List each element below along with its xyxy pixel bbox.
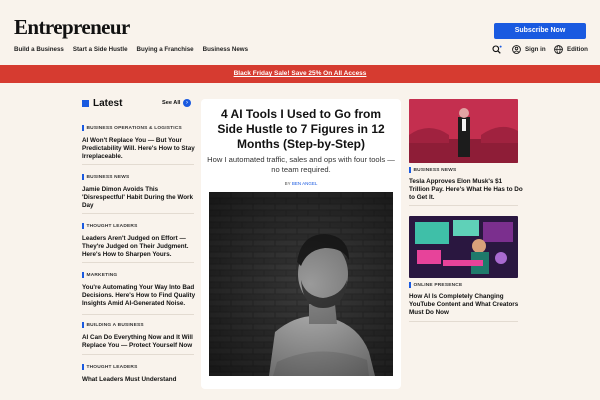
tesla-article-image[interactable]	[409, 99, 518, 163]
list-item[interactable]: BUSINESS OPERATIONS & LOGISTICS AI Won't…	[82, 125, 200, 161]
feature-hero-image[interactable]	[209, 192, 393, 376]
headline[interactable]: AI Won't Replace You — But Your Predicta…	[82, 137, 200, 161]
divider	[82, 213, 194, 214]
category-label[interactable]: BUSINESS NEWS	[409, 167, 524, 173]
category-label[interactable]: BUSINESS NEWS	[82, 174, 200, 180]
divider	[82, 314, 194, 315]
side-article-tesla[interactable]: BUSINESS NEWS Tesla Approves Elon Musk's…	[409, 167, 524, 202]
nav-build-a-business[interactable]: Build a Business	[14, 46, 64, 53]
divider	[409, 205, 518, 206]
list-item[interactable]: BUILDING A BUSINESS AI Can Do Everything…	[82, 322, 200, 350]
headline[interactable]: Jamie Dimon Avoids This 'Disrespectful' …	[82, 186, 200, 210]
main-nav: Build a Business Start a Side Hustle Buy…	[14, 46, 248, 53]
category-label[interactable]: THOUGHT LEADERS	[82, 223, 200, 229]
sign-in-button[interactable]: Sign in	[512, 45, 546, 54]
youtube-ai-article-image[interactable]	[409, 216, 518, 278]
site-header: Entrepreneur Subscribe Now Build a Busin…	[0, 0, 600, 65]
latest-title: Latest	[93, 98, 123, 109]
arrow-right-icon[interactable]: ›	[183, 99, 191, 107]
see-all-link[interactable]: See All	[162, 100, 180, 106]
list-item[interactable]: BUSINESS NEWS Jamie Dimon Avoids This 'D…	[82, 174, 200, 210]
sign-in-label: Sign in	[525, 46, 546, 53]
side-article-youtube[interactable]: ONLINE PRESENCE How AI Is Completely Cha…	[409, 282, 524, 317]
headline[interactable]: Tesla Approves Elon Musk's $1 Trillion P…	[409, 178, 524, 202]
list-item[interactable]: THOUGHT LEADERS Leaders Aren't Judged on…	[82, 223, 200, 259]
category-label[interactable]: BUILDING A BUSINESS	[82, 322, 200, 328]
latest-marker-icon	[82, 100, 89, 107]
edition-selector[interactable]: Edition	[554, 45, 588, 54]
promo-banner-link[interactable]: Black Friday Sale! Save 25% On All Acces…	[0, 70, 600, 77]
feature-title[interactable]: 4 AI Tools I Used to Go from Side Hustle…	[207, 107, 395, 152]
divider	[409, 321, 518, 322]
nav-buying-a-franchise[interactable]: Buying a Franchise	[137, 46, 194, 53]
headline[interactable]: How AI Is Completely Changing YouTube Co…	[409, 293, 524, 317]
latest-header: Latest See All ›	[82, 98, 191, 111]
promo-banner: Black Friday Sale! Save 25% On All Acces…	[0, 65, 600, 83]
headline[interactable]: AI Can Do Everything Now and It Will Rep…	[82, 334, 200, 350]
divider	[82, 354, 194, 355]
globe-icon	[554, 45, 563, 54]
edition-label: Edition	[567, 46, 588, 53]
headline[interactable]: What Leaders Must Understand	[82, 376, 200, 384]
list-item[interactable]: MARKETING You're Automating Your Way Int…	[82, 272, 200, 308]
entrepreneur-logo[interactable]: Entrepreneur	[14, 15, 130, 40]
category-label[interactable]: MARKETING	[82, 272, 200, 278]
divider	[82, 164, 194, 165]
byline: BY BEN ANGEL	[207, 181, 395, 186]
list-item[interactable]: THOUGHT LEADERS What Leaders Must Unders…	[82, 364, 200, 384]
headline[interactable]: Leaders Aren't Judged on Effort — They'r…	[82, 235, 200, 259]
category-label[interactable]: BUSINESS OPERATIONS & LOGISTICS	[82, 125, 200, 131]
search-icon	[492, 45, 502, 54]
subscribe-button[interactable]: Subscribe Now	[494, 23, 586, 39]
category-label[interactable]: ONLINE PRESENCE	[409, 282, 524, 288]
feature-dek: How I automated traffic, sales and ops w…	[207, 155, 395, 174]
category-label[interactable]: THOUGHT LEADERS	[82, 364, 200, 370]
nav-business-news[interactable]: Business News	[203, 46, 248, 53]
divider	[82, 262, 194, 263]
user-icon	[512, 45, 521, 54]
byline-prefix: BY	[284, 181, 291, 186]
nav-start-a-side-hustle[interactable]: Start a Side Hustle	[73, 46, 128, 53]
search-button[interactable]	[492, 45, 506, 54]
author-link[interactable]: BEN ANGEL	[292, 181, 318, 186]
headline[interactable]: You're Automating Your Way Into Bad Deci…	[82, 284, 200, 308]
